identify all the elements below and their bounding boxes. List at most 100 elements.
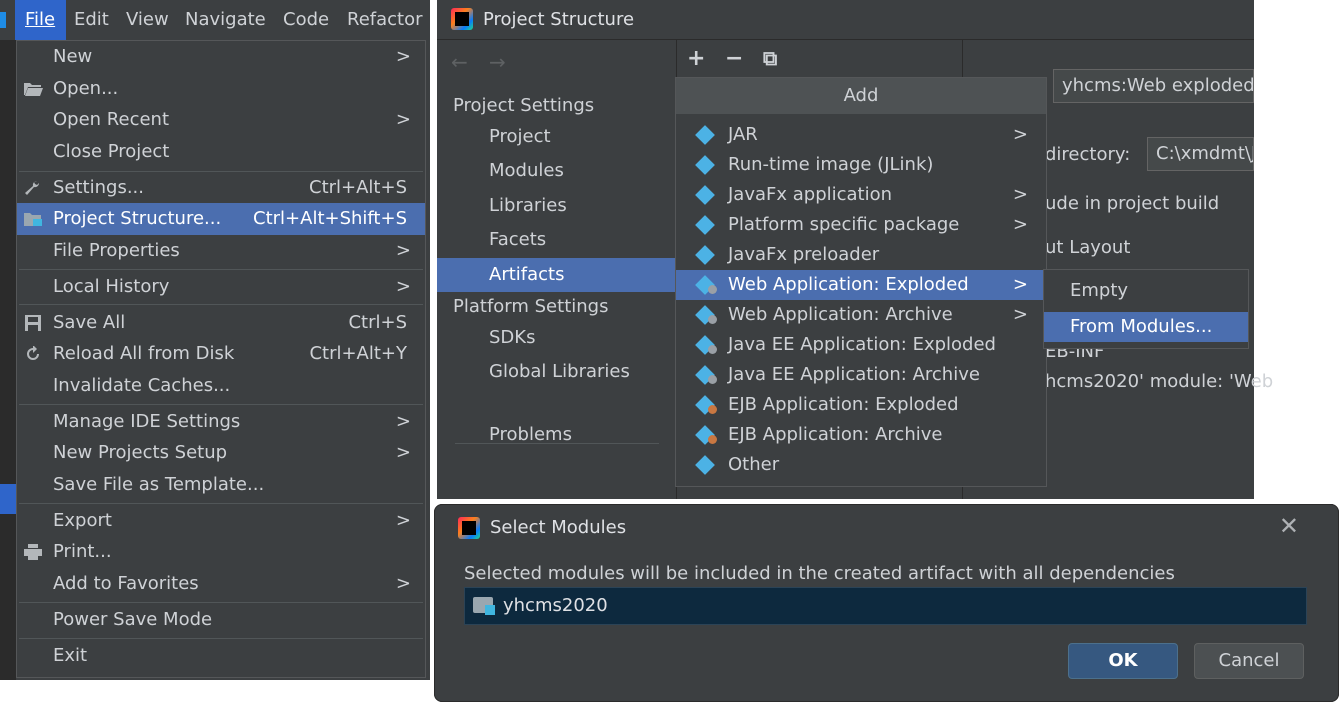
sidebar-item-modules[interactable]: Modules [437, 154, 675, 188]
add-item-javafx-preloader[interactable]: JavaFx preloader [676, 240, 1046, 270]
menu-item-reload-all[interactable]: Reload All from Disk Ctrl+Alt+Y [17, 338, 425, 370]
add-item-other[interactable]: Other [676, 450, 1046, 480]
submenu-arrow-icon: > [395, 276, 411, 297]
module-output-tree-node[interactable]: hcms2020' module: 'Web [1045, 371, 1273, 392]
ejb-badge-icon [708, 435, 717, 444]
add-item-java-ee-archive[interactable]: Java EE Application: Archive [676, 360, 1046, 390]
reload-icon [27, 346, 39, 360]
menu-item-project-structure[interactable]: Project Structure... Ctrl+Alt+Shift+S [17, 203, 425, 235]
add-item-java-ee-exploded[interactable]: Java EE Application: Exploded [676, 330, 1046, 360]
sidebar-item-sdks[interactable]: SDKs [437, 321, 675, 355]
menu-item-new[interactable]: New > [17, 41, 425, 73]
add-item-platform-specific-package[interactable]: Platform specific package > [676, 210, 1046, 240]
sidebar-item-label: Global Libraries [489, 361, 630, 382]
menubar-navigate[interactable]: Navigate [185, 0, 266, 40]
menu-item-shortcut: Ctrl+Alt+Shift+S [253, 208, 407, 229]
add-item-jar[interactable]: JAR > [676, 120, 1046, 150]
add-item-label: Other [728, 454, 780, 475]
add-item-label: JavaFx preloader [728, 244, 880, 265]
menubar-file[interactable]: File [15, 0, 66, 40]
menubar-view[interactable]: View [126, 0, 169, 40]
menu-item-label: Power Save Mode [53, 609, 213, 630]
menu-item-close-project[interactable]: Close Project [17, 136, 425, 168]
menu-separator [19, 602, 423, 603]
folder-open-icon [24, 83, 43, 96]
sidebar-item-project[interactable]: Project [437, 120, 675, 154]
remove-artifact-button[interactable]: − [725, 46, 743, 71]
add-item-ejb-archive[interactable]: EJB Application: Archive [676, 420, 1046, 450]
menu-item-power-save-mode[interactable]: Power Save Mode [17, 604, 425, 636]
menubar-edit[interactable]: Edit [74, 0, 109, 40]
forward-arrow-icon[interactable]: → [489, 50, 506, 74]
sidebar-item-facets[interactable]: Facets [437, 223, 675, 257]
submenu-item-label: Empty [1070, 280, 1129, 301]
add-item-label: Platform specific package [728, 214, 960, 235]
menu-item-open-recent[interactable]: Open Recent > [17, 104, 425, 136]
dialog-description: Selected modules will be included in the… [464, 563, 1175, 584]
add-artifact-button[interactable]: + [687, 46, 705, 71]
add-item-web-application-exploded[interactable]: Web Application: Exploded > [676, 270, 1046, 300]
main-menubar: File Edit View Navigate Code Refactor [0, 0, 430, 40]
menu-separator [19, 404, 423, 405]
menu-item-label: Manage IDE Settings [53, 411, 241, 432]
output-directory-label: directory: [1045, 144, 1131, 165]
copy-artifact-button[interactable]: ⧉ [763, 46, 777, 70]
menu-item-new-projects-setup[interactable]: New Projects Setup > [17, 437, 425, 469]
sidebar-item-libraries[interactable]: Libraries [437, 189, 675, 223]
submenu-item-empty[interactable]: Empty [1044, 276, 1248, 306]
cancel-button[interactable]: Cancel [1194, 643, 1304, 679]
menu-item-settings[interactable]: Settings... Ctrl+Alt+S [17, 172, 425, 204]
menu-item-save-all[interactable]: Save All Ctrl+S [17, 307, 425, 339]
submenu-arrow-icon: > [1012, 124, 1028, 145]
menu-item-file-properties[interactable]: File Properties > [17, 235, 425, 267]
sidebar-item-global-libraries[interactable]: Global Libraries [437, 355, 675, 389]
output-directory-field[interactable]: C:\xmdmt\J [1147, 137, 1254, 171]
artifact-icon [695, 155, 715, 175]
include-in-build-checkbox-label[interactable]: ude in project build [1045, 193, 1219, 214]
menu-item-export[interactable]: Export > [17, 505, 425, 537]
artifact-icon [695, 185, 715, 205]
menu-item-label: Settings... [53, 177, 144, 198]
ok-button[interactable]: OK [1068, 643, 1178, 679]
add-item-label: EJB Application: Exploded [728, 394, 959, 415]
add-item-ejb-exploded[interactable]: EJB Application: Exploded [676, 390, 1046, 420]
menu-item-local-history[interactable]: Local History > [17, 271, 425, 303]
project-structure-titlebar: Project Structure [437, 0, 1254, 40]
menu-item-save-file-as-template[interactable]: Save File as Template... [17, 469, 425, 501]
sidebar-item-problems[interactable]: Problems [437, 418, 675, 452]
back-arrow-icon[interactable]: ← [451, 50, 468, 74]
submenu-arrow-icon: > [395, 573, 411, 594]
menu-item-label: Save File as Template... [53, 474, 265, 495]
add-item-javafx-application[interactable]: JavaFx application > [676, 180, 1046, 210]
editor-selection-strip [0, 484, 16, 514]
menu-item-label: Export [53, 510, 112, 531]
menu-item-label: Open Recent [53, 109, 170, 130]
menu-item-print[interactable]: Print... [17, 536, 425, 568]
module-name: yhcms2020 [503, 595, 608, 616]
close-icon[interactable]: ✕ [1279, 514, 1299, 538]
add-item-web-application-archive[interactable]: Web Application: Archive > [676, 300, 1046, 330]
wrench-icon [25, 180, 40, 195]
menu-item-label: Project Structure... [53, 208, 222, 229]
ide-logo-icon [0, 12, 6, 28]
module-row-yhcms2020[interactable]: yhcms2020 [465, 588, 1306, 624]
menubar-refactor[interactable]: Refactor [347, 0, 423, 40]
sidebar-item-artifacts[interactable]: Artifacts [437, 258, 675, 292]
submenu-item-from-modules[interactable]: From Modules... [1044, 312, 1248, 342]
menu-item-open[interactable]: Open... [17, 73, 425, 105]
output-layout-tab[interactable]: ut Layout [1045, 237, 1130, 258]
add-item-runtime-image[interactable]: Run-time image (JLink) [676, 150, 1046, 180]
menu-item-exit[interactable]: Exit [17, 640, 425, 672]
menu-item-label: Open... [53, 78, 119, 99]
add-item-label: Java EE Application: Exploded [728, 334, 996, 355]
menu-item-add-to-favorites[interactable]: Add to Favorites > [17, 568, 425, 600]
sidebar-item-label: Artifacts [489, 264, 565, 285]
menu-item-shortcut: Ctrl+Alt+Y [309, 343, 407, 364]
web-exploded-submenu: Empty From Modules... [1043, 269, 1249, 349]
sidebar-item-label: Libraries [489, 195, 567, 216]
menubar-code[interactable]: Code [283, 0, 329, 40]
menu-item-invalidate-caches[interactable]: Invalidate Caches... [17, 370, 425, 402]
artifact-name-field[interactable]: yhcms:Web exploded [1053, 69, 1254, 103]
menu-item-manage-ide-settings[interactable]: Manage IDE Settings > [17, 406, 425, 438]
artifact-icon [695, 125, 715, 145]
